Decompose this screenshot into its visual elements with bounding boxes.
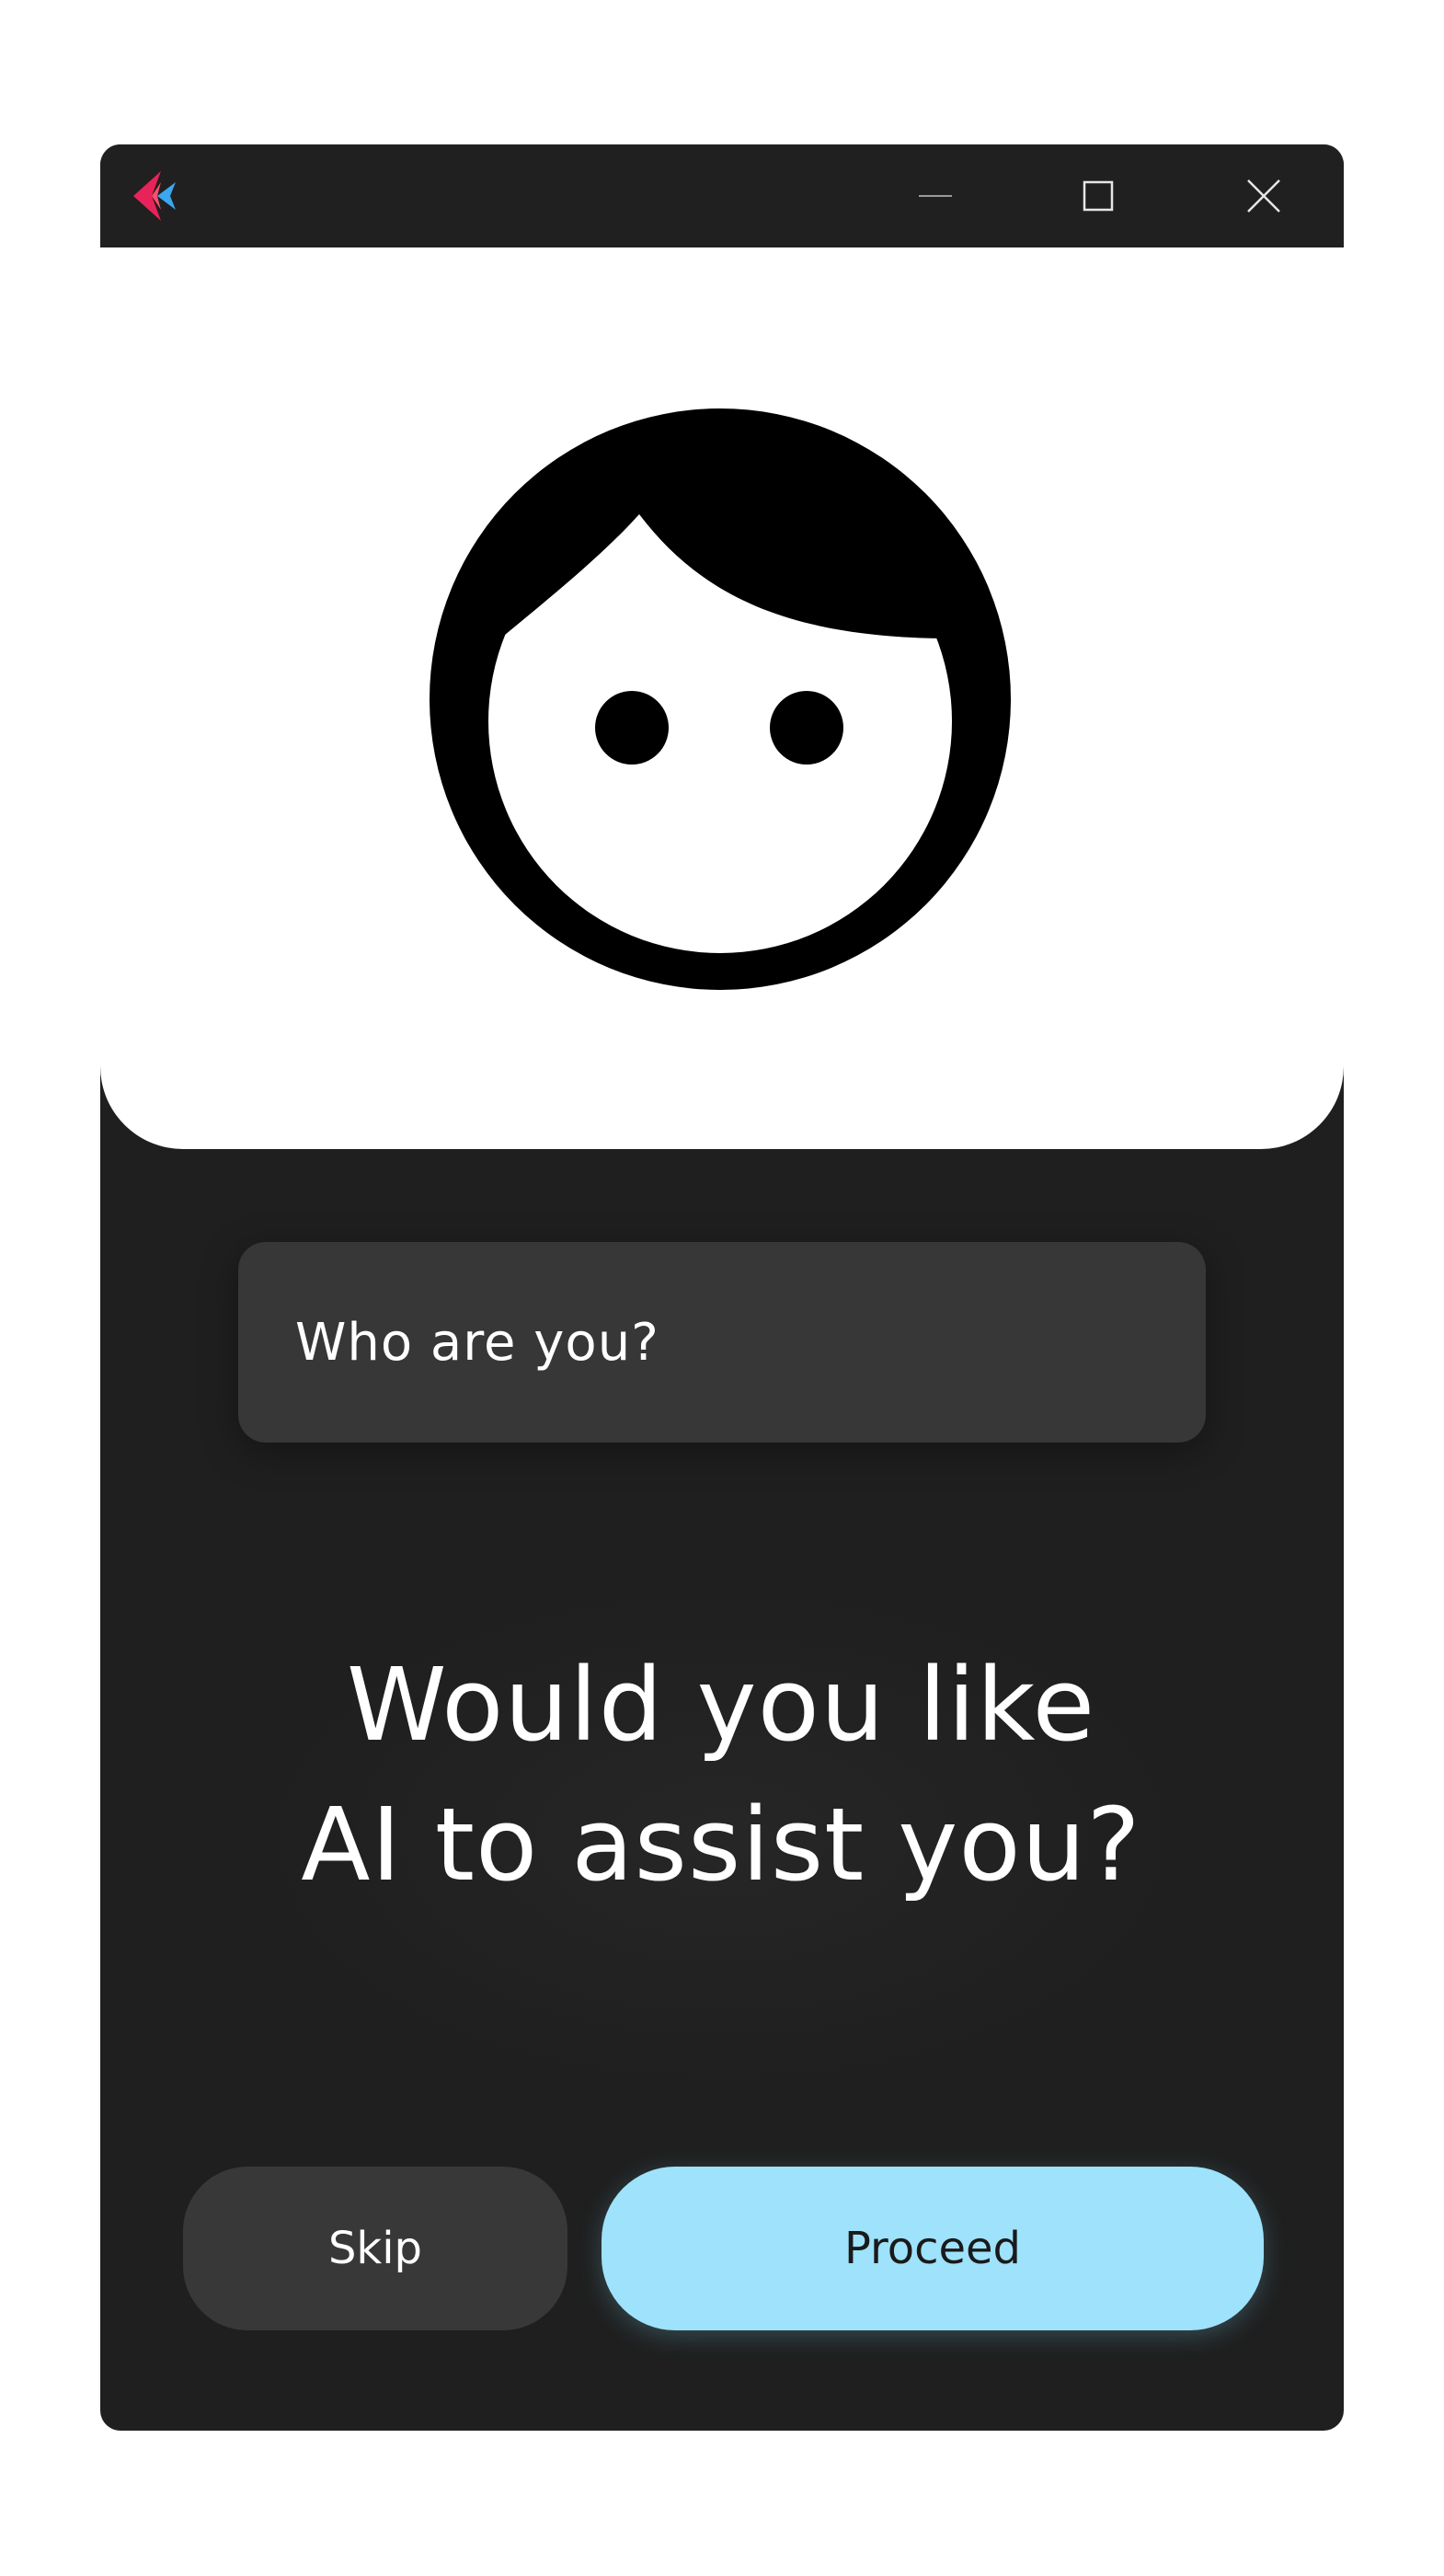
app-window: Who are you? Would you like AI to assist…	[100, 144, 1344, 2431]
app-logo-icon	[133, 171, 176, 221]
proceed-button-label: Proceed	[843, 2223, 1022, 2274]
assist-prompt-line-2: AI to assist you?	[301, 1786, 1141, 1903]
title-bar	[100, 144, 1344, 247]
avatar-panel	[100, 247, 1344, 1149]
who-are-you-input[interactable]: Who are you?	[238, 1242, 1206, 1443]
minimize-button[interactable]	[900, 161, 970, 231]
skip-button[interactable]: Skip	[183, 2167, 567, 2330]
close-button[interactable]	[1229, 161, 1299, 231]
minimize-icon	[919, 195, 952, 197]
skip-button-label: Skip	[327, 2223, 423, 2274]
maximize-icon	[1083, 180, 1114, 212]
assist-prompt: Would you like AI to assist you?	[201, 1635, 1241, 1915]
close-icon	[1247, 179, 1280, 213]
assist-prompt-line-1: Would you like	[346, 1646, 1096, 1764]
who-are-you-placeholder: Who are you?	[295, 1312, 659, 1373]
proceed-button[interactable]: Proceed	[602, 2167, 1264, 2330]
user-face-icon	[430, 408, 1011, 990]
maximize-button[interactable]	[1063, 161, 1133, 231]
